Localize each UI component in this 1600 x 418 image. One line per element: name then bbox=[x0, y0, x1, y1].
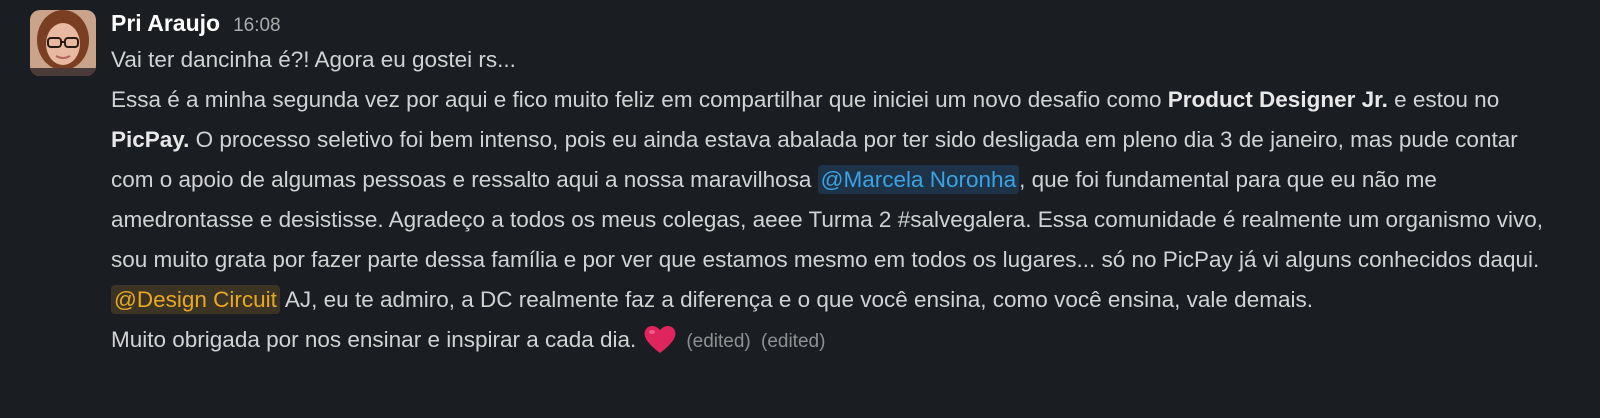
edited-label: (edited) bbox=[686, 331, 751, 352]
user-photo-icon bbox=[30, 10, 96, 76]
message-timestamp[interactable]: 16:08 bbox=[233, 15, 281, 37]
bold-text-company: PicPay. bbox=[111, 127, 190, 152]
message-header: Pri Araujo 16:08 bbox=[111, 10, 1560, 40]
message-paragraph-2: Essa é a minha segunda vez por aqui e fi… bbox=[111, 80, 1560, 280]
text-segment: AJ, eu te admiro, a DC realmente faz a d… bbox=[279, 287, 1313, 312]
message-paragraph-4: Muito obrigada por nos ensinar e inspira… bbox=[111, 320, 1560, 362]
text-segment: Muito obrigada por nos ensinar e inspira… bbox=[111, 327, 637, 352]
group-mention[interactable]: @Design Circuit bbox=[111, 285, 280, 314]
user-mention[interactable]: @Marcela Noronha bbox=[817, 165, 1020, 194]
message-paragraph-3: @Design Circuit AJ, eu te admiro, a DC r… bbox=[111, 280, 1560, 320]
message-line-1: Vai ter dancinha é?! Agora eu gostei rs.… bbox=[111, 47, 516, 72]
message-body: Vai ter dancinha é?! Agora eu gostei rs.… bbox=[111, 40, 1560, 362]
text-segment: e estou no bbox=[1387, 87, 1500, 112]
sender-name[interactable]: Pri Araujo bbox=[111, 10, 220, 37]
avatar[interactable] bbox=[30, 10, 96, 76]
message-content: Pri Araujo 16:08 Vai ter dancinha é?! Ag… bbox=[111, 10, 1560, 418]
bold-text-role: Product Designer Jr. bbox=[1167, 87, 1388, 112]
chat-message: Pri Araujo 16:08 Vai ter dancinha é?! Ag… bbox=[0, 0, 1600, 418]
heart-emoji-icon bbox=[644, 325, 676, 353]
text-segment: Essa é a minha segunda vez por aqui e fi… bbox=[111, 87, 1168, 112]
edited-label: (edited) bbox=[761, 331, 826, 352]
